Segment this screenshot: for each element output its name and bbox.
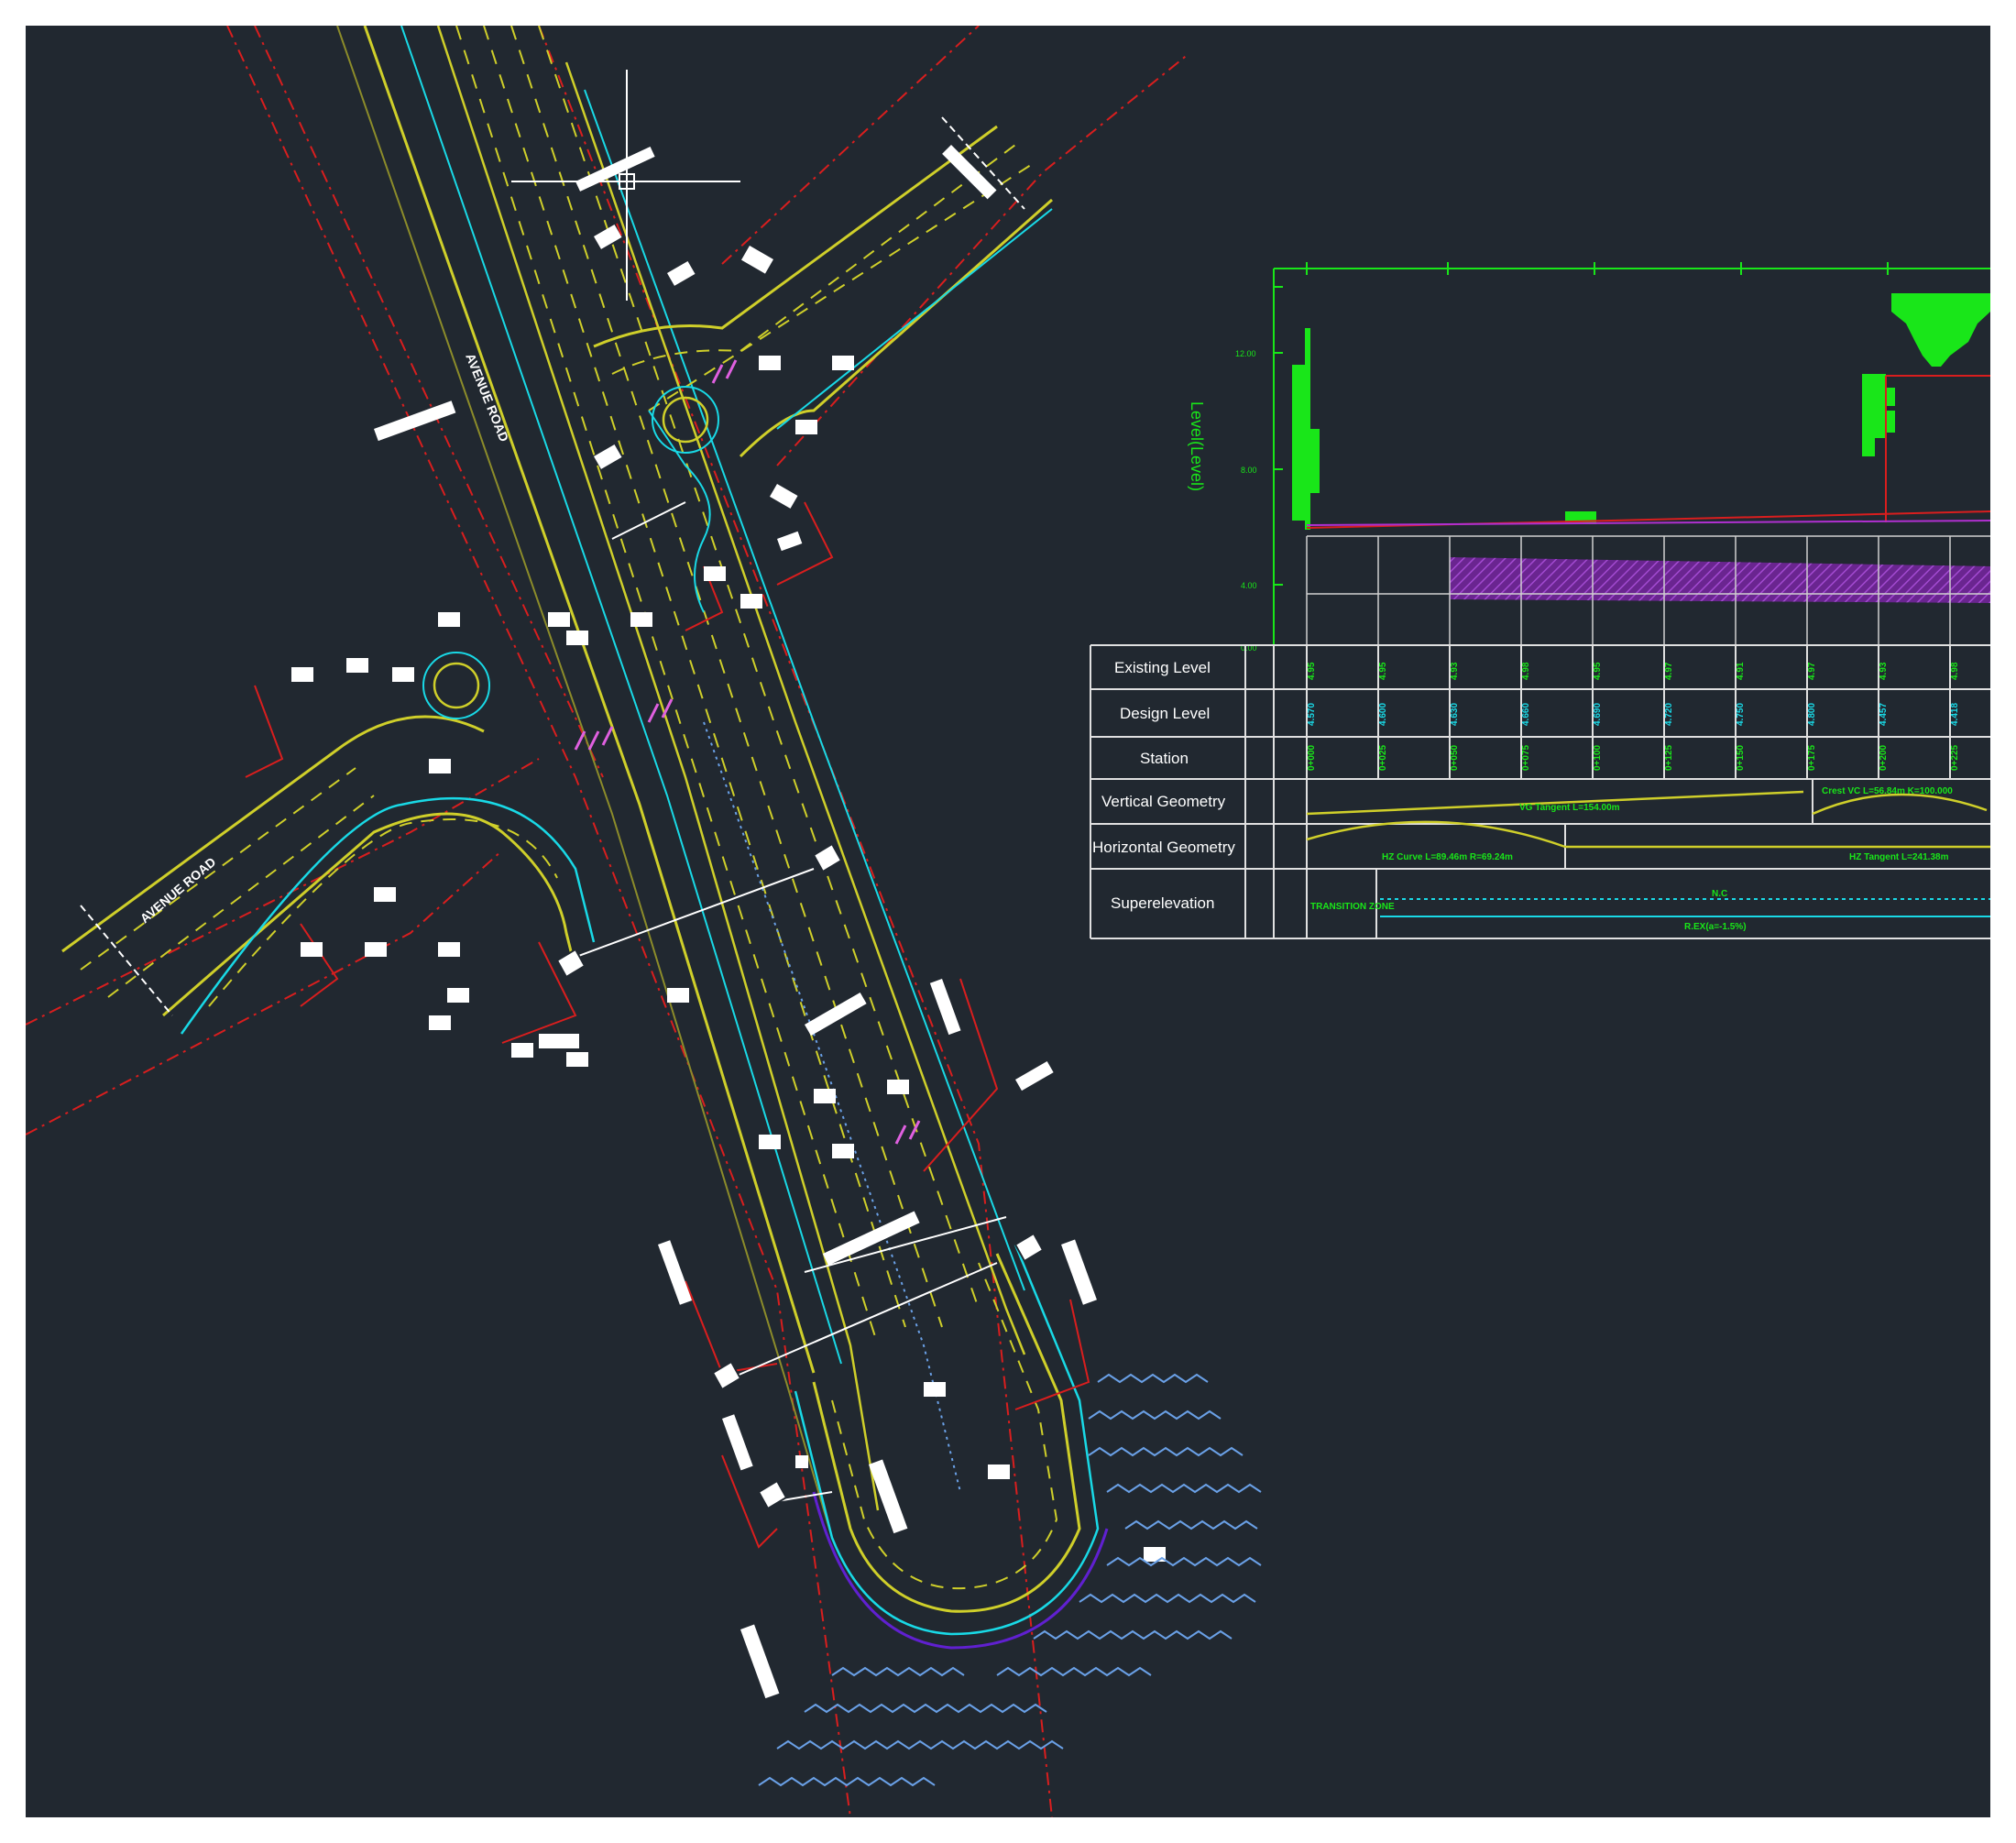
profile-view: 12.00 8.00 4.00 0.00 Level(Level) Existi… [1090, 262, 1990, 939]
road-label-main: AVENUE ROAD [463, 351, 511, 444]
profile-value: 4.97 [1807, 662, 1817, 680]
callout-leaders [245, 501, 1090, 1549]
profile-value: 4.750 [1736, 703, 1746, 726]
se-note-3: R.EX(a=-1.5%) [1684, 922, 1747, 932]
cad-viewport[interactable]: AVENUE ROAD AVENUE ROAD 12.00 8.00 4.00 … [26, 26, 1990, 1817]
profile-value: 4.97 [1664, 662, 1674, 680]
w-arm [61, 652, 596, 1035]
row-label-horizontal-geometry: Horizontal Geometry [1092, 839, 1235, 856]
profile-value: 4.98 [1521, 662, 1531, 680]
profile-value: 0+075 [1521, 744, 1531, 771]
row-label-vertical-geometry: Vertical Geometry [1101, 793, 1226, 810]
profile-axis-title: Level(Level) [1188, 401, 1206, 491]
row-values: 4.95 4.95 4.93 4.98 4.95 4.97 4.91 4.97 4.93 4.98… [1307, 662, 1960, 771]
profile-value: 0+150 [1736, 744, 1746, 771]
structure-symbol [1891, 293, 1990, 367]
se-note-2: N.C [1712, 889, 1727, 899]
se-note-1: TRANSITION ZONE [1310, 902, 1395, 912]
profile-value: 4.630 [1450, 703, 1460, 726]
u-turn-loop [794, 1244, 1109, 1650]
row-label-design-level: Design Level [1120, 705, 1210, 722]
row-label-superelevation: Superelevation [1111, 894, 1214, 912]
profile-value: 0+025 [1378, 744, 1388, 771]
profile-value: 4.660 [1521, 703, 1531, 726]
profile-ground-bars [1292, 328, 1895, 530]
plan-text-labels: AVENUE ROAD AVENUE ROAD [137, 351, 512, 926]
profile-value: 0+225 [1950, 744, 1960, 771]
profile-value: 4.93 [1450, 662, 1460, 680]
profile-value: 4.95 [1307, 662, 1317, 680]
profile-value: 4.600 [1378, 703, 1388, 726]
hg-note-1: HZ Curve L=89.46m R=69.24m [1382, 852, 1513, 862]
profile-value: 0+125 [1664, 744, 1674, 771]
profile-value: 0+050 [1450, 744, 1460, 771]
hg-note-2: HZ Tangent L=241.38m [1849, 852, 1949, 862]
profile-axis [1273, 262, 1990, 667]
row-lines [26, 26, 1190, 1817]
profile-value: 4.570 [1307, 703, 1317, 726]
profile-value: 4.93 [1879, 662, 1889, 680]
profile-value: 0+200 [1879, 744, 1889, 771]
main-road-lanes [336, 26, 1026, 1539]
row-label-existing-level: Existing Level [1114, 659, 1211, 676]
cad-crosshair-icon [511, 70, 740, 301]
profile-value: 4.95 [1378, 662, 1388, 680]
profile-value: 4.418 [1950, 703, 1960, 726]
profile-value: 4.800 [1807, 703, 1817, 726]
profile-tick-1: 12.00 [1235, 349, 1256, 358]
profile-value: 0+000 [1307, 744, 1317, 771]
profile-value: 4.720 [1664, 703, 1674, 726]
cad-drawing[interactable]: AVENUE ROAD AVENUE ROAD 12.00 8.00 4.00 … [26, 26, 1990, 1817]
vg-note-2: Crest VC L=56.84m K=100.000 [1822, 786, 1953, 796]
profile-value: 4.91 [1736, 662, 1746, 680]
profile-value: 4.95 [1593, 662, 1603, 680]
profile-tick-2: 8.00 [1241, 466, 1257, 475]
row-label-station: Station [1140, 750, 1189, 767]
profile-value: 4.457 [1879, 703, 1889, 726]
pedestrian-crossings [574, 359, 921, 1145]
profile-hatch [1450, 557, 1990, 603]
profile-value: 4.690 [1593, 703, 1603, 726]
profile-value: 0+100 [1593, 744, 1603, 771]
profile-tick-3: 4.00 [1241, 581, 1257, 590]
profile-value: 4.98 [1950, 662, 1960, 680]
profile-value: 0+175 [1807, 744, 1817, 771]
plan-view: AVENUE ROAD AVENUE ROAD [26, 26, 1262, 1817]
vg-note-1: VG Tangent L=154.00m [1519, 803, 1620, 813]
profile-table: Existing Level Design Level Station Vert… [1090, 644, 1990, 939]
